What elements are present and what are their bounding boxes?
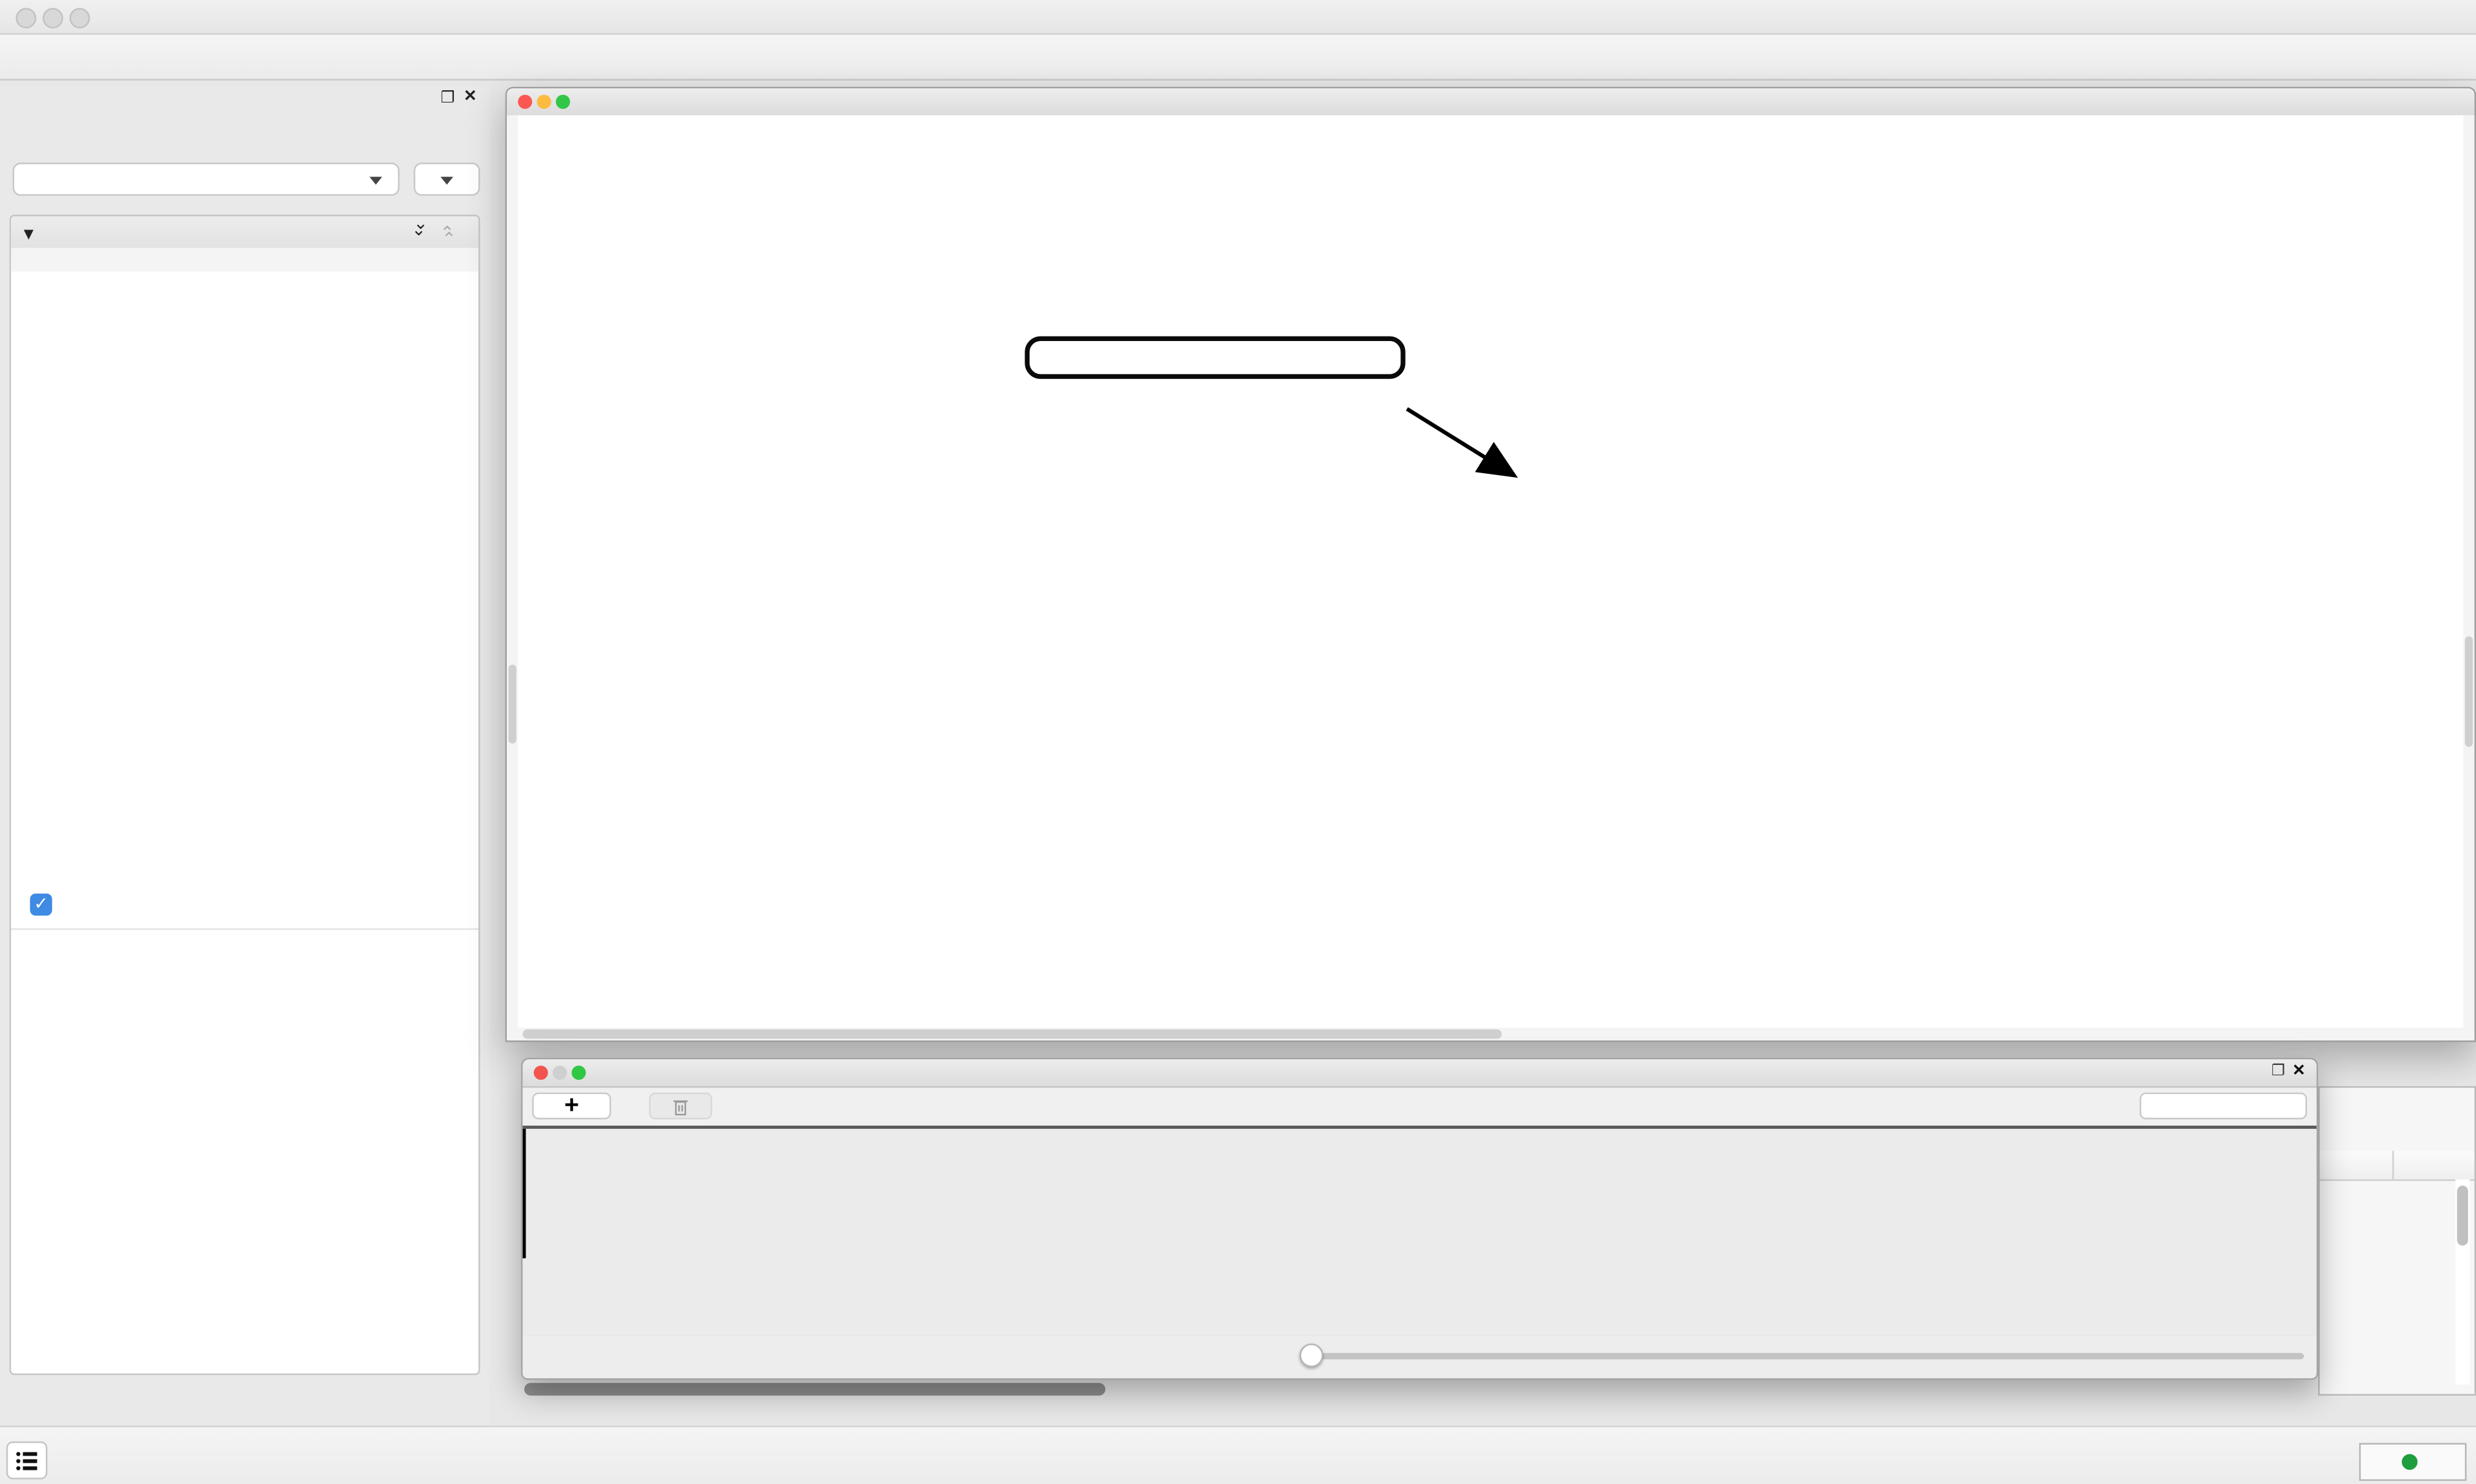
network-window (506, 87, 2476, 1042)
expand-all-icon[interactable]: ⌄⌄ (411, 219, 440, 240)
vertical-scrollbar[interactable] (2463, 115, 2474, 1040)
panel-list-button[interactable] (6, 1441, 48, 1479)
maximize-window-icon[interactable] (70, 8, 90, 28)
cyanimator-controls (523, 1336, 2317, 1378)
properties-columns (11, 248, 478, 271)
cyanimator-window: ❐ ✕ + (521, 1058, 2318, 1380)
dock-scrollbar[interactable] (524, 1383, 1105, 1396)
cyanimator-toolbar: + (523, 1089, 2317, 1129)
zoom-icon[interactable] (556, 95, 570, 109)
style-selector[interactable] (13, 162, 400, 195)
zoom-icon[interactable] (572, 1066, 586, 1080)
properties-panel: ▾ ⌄⌄ ⌃⌃ ✓ (10, 215, 480, 1375)
float-panel-icon[interactable]: ❐ (2272, 1062, 2285, 1080)
close-icon[interactable] (518, 95, 532, 109)
control-panel: ❐ ✕ ▾ ⌄⌄ ⌃⌃ ✓ (0, 87, 489, 1426)
annotation-arrow (1407, 409, 1511, 473)
chevron-down-icon (369, 177, 382, 184)
annotation-box[interactable] (1025, 337, 1405, 379)
collapse-all-icon[interactable]: ⌃⌃ (440, 222, 469, 243)
playhead[interactable] (523, 1129, 526, 1258)
timeline-ruler (523, 1262, 2317, 1336)
style-options-button[interactable] (414, 162, 480, 195)
slider-thumb[interactable] (1300, 1343, 1324, 1367)
close-panel-icon[interactable]: ✕ (2292, 1062, 2306, 1080)
network-window-titlebar[interactable] (507, 88, 2474, 117)
network-graph (507, 115, 2474, 1040)
minimize-icon[interactable] (553, 1066, 567, 1080)
cyanimator-titlebar[interactable]: ❐ ✕ (523, 1059, 2317, 1088)
application-window: ❐ ✕ ▾ ⌄⌄ ⌃⌃ ✓ (0, 0, 2476, 1484)
lock-row: ✓ (11, 880, 478, 929)
memory-status-icon (2402, 1454, 2417, 1470)
close-panel-icon[interactable]: ✕ (464, 88, 477, 106)
memory-button[interactable] (2359, 1443, 2467, 1481)
animation-speed-slider[interactable] (1300, 1353, 2304, 1360)
cyanimator-timeline[interactable] (523, 1129, 2317, 1337)
table-header[interactable] (2320, 1151, 2475, 1181)
status-bar (0, 1425, 2476, 1484)
left-scrollbar[interactable] (507, 115, 518, 1030)
main-toolbar (0, 35, 2476, 81)
minimize-icon[interactable] (537, 95, 551, 109)
table-scrollbar[interactable] (2455, 1179, 2470, 1384)
properties-header[interactable]: ▾ ⌄⌄ ⌃⌃ (11, 217, 478, 249)
minimize-window-icon[interactable] (43, 8, 63, 28)
lock-checkbox[interactable]: ✓ (30, 893, 52, 915)
close-icon[interactable] (534, 1066, 548, 1080)
close-window-icon[interactable] (15, 8, 36, 28)
app-titlebar (0, 0, 2476, 35)
node-table-panel (2318, 1086, 2476, 1396)
horizontal-scrollbar[interactable] (507, 1028, 2474, 1040)
network-canvas[interactable] (507, 115, 2474, 1040)
delete-frame-button[interactable] (649, 1093, 712, 1120)
float-panel-icon[interactable]: ❐ (440, 90, 455, 108)
add-frame-button[interactable]: + (532, 1093, 611, 1120)
clear-all-frames-button[interactable] (2139, 1093, 2307, 1120)
